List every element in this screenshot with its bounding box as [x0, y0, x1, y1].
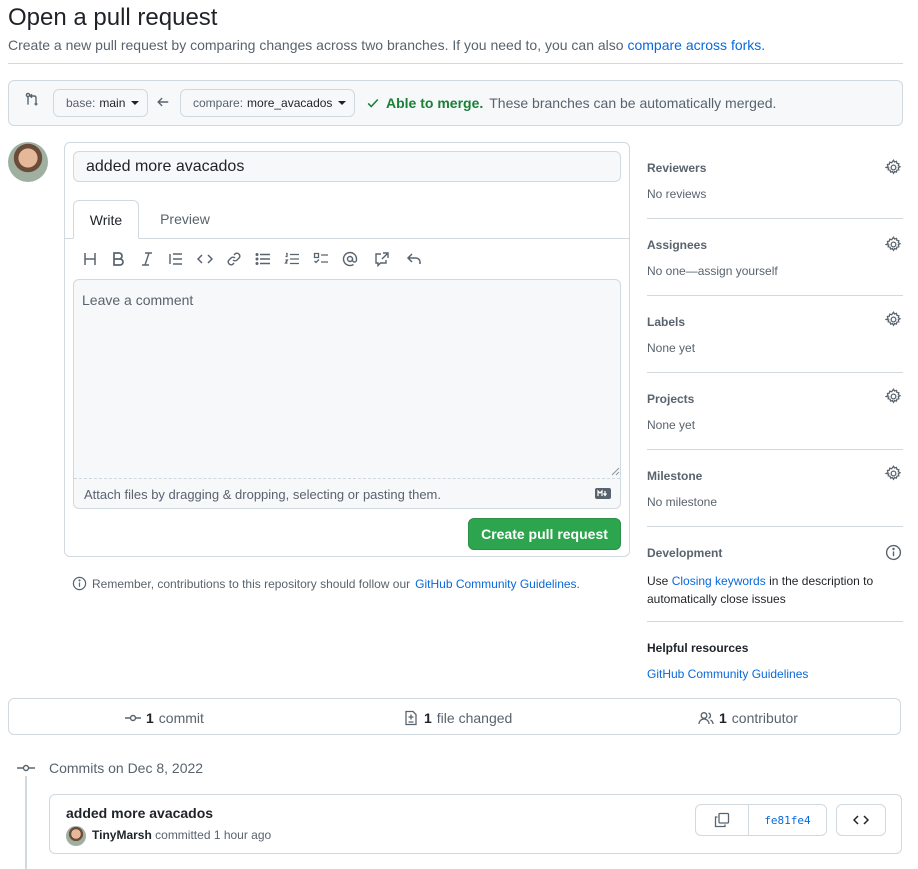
reviewers-title[interactable]: Reviewers — [647, 161, 706, 175]
gear-icon[interactable] — [885, 236, 903, 254]
community-guidelines-link[interactable]: GitHub Community Guidelines. — [415, 577, 580, 591]
merge-status: Able to merge. These branches can be aut… — [366, 95, 776, 111]
bulleted-list-icon[interactable] — [252, 248, 274, 270]
header-divider — [8, 63, 903, 64]
tab-write[interactable]: Write — [73, 200, 139, 239]
labels-title[interactable]: Labels — [647, 315, 685, 329]
files-changed-stat[interactable]: 1 file changed — [403, 710, 512, 726]
contributors-stat[interactable]: 1 contributor — [698, 710, 798, 726]
caret-down-icon — [131, 101, 140, 105]
link-icon[interactable] — [223, 248, 245, 270]
sidebar-divider — [647, 621, 903, 622]
git-compare-icon — [24, 92, 40, 108]
assignees-title[interactable]: Assignees — [647, 238, 707, 252]
commit-icon — [125, 710, 141, 726]
reply-icon[interactable] — [403, 248, 425, 270]
compare-forks-link[interactable]: compare across forks. — [627, 37, 765, 53]
sidebar-divider — [647, 449, 903, 450]
info-icon[interactable] — [885, 544, 903, 562]
commit-sha-group: fe81fe4 — [695, 804, 827, 836]
italic-icon[interactable] — [136, 248, 158, 270]
info-icon — [72, 576, 87, 591]
pr-title-input[interactable]: added more avacados — [73, 151, 621, 182]
task-list-icon[interactable] — [310, 248, 332, 270]
attach-files-area[interactable]: Attach files by dragging & dropping, sel… — [74, 478, 620, 508]
closing-keywords-link[interactable]: Closing keywords — [672, 574, 766, 588]
projects-value: None yet — [647, 418, 696, 432]
code-icon[interactable] — [194, 248, 216, 270]
labels-value: None yet — [647, 341, 696, 355]
people-icon — [698, 710, 714, 726]
community-guidelines-link[interactable]: GitHub Community Guidelines — [647, 667, 808, 681]
commits-date-heading: Commits on Dec 8, 2022 — [49, 760, 204, 776]
code-icon — [853, 812, 869, 828]
resize-handle-icon[interactable] — [611, 467, 620, 476]
base-branch-select[interactable]: base: main — [53, 89, 148, 117]
cross-reference-icon[interactable] — [371, 248, 393, 270]
gear-icon[interactable] — [885, 159, 903, 177]
comment-textarea[interactable]: Leave a comment — [74, 280, 620, 478]
commit-meta: TinyMarsh committed 1 hour ago — [92, 828, 272, 842]
check-icon — [366, 96, 380, 110]
gear-icon[interactable] — [885, 465, 903, 483]
timeline-line — [25, 770, 27, 869]
reviewers-value: No reviews — [647, 187, 707, 201]
tab-preview[interactable]: Preview — [150, 200, 220, 239]
guidelines-notice: Remember, contributions to this reposito… — [72, 576, 580, 591]
mention-icon[interactable] — [339, 248, 361, 270]
commit-message[interactable]: added more avacados — [66, 805, 213, 821]
compare-branch-select[interactable]: compare: more_avacados — [180, 89, 355, 117]
author-avatar[interactable] — [66, 826, 86, 846]
commit-sha-link[interactable]: fe81fe4 — [749, 805, 826, 835]
sidebar-divider — [647, 526, 903, 527]
projects-title[interactable]: Projects — [647, 392, 694, 406]
sidebar-divider — [647, 218, 903, 219]
heading-icon[interactable] — [79, 248, 101, 270]
numbered-list-icon[interactable] — [281, 248, 303, 270]
sidebar-divider — [647, 295, 903, 296]
commits-stat[interactable]: 1 commit — [125, 710, 204, 726]
development-title: Development — [647, 546, 723, 560]
gear-icon[interactable] — [885, 388, 903, 406]
arrow-left-icon — [156, 95, 170, 109]
commit-icon — [17, 760, 35, 776]
assignees-value[interactable]: No one—assign yourself — [647, 264, 778, 278]
avatar[interactable] — [8, 142, 48, 182]
bold-icon[interactable] — [107, 248, 129, 270]
helpful-resources-title: Helpful resources — [647, 641, 749, 655]
caret-down-icon — [338, 101, 347, 105]
page-subtitle: Create a new pull request by comparing c… — [8, 37, 766, 53]
markdown-icon — [595, 488, 611, 499]
commit-author[interactable]: TinyMarsh — [92, 828, 152, 842]
quote-icon[interactable] — [165, 248, 187, 270]
milestone-title[interactable]: Milestone — [647, 469, 702, 483]
create-pull-request-button[interactable]: Create pull request — [468, 518, 621, 550]
file-diff-icon — [403, 710, 419, 726]
gear-icon[interactable] — [885, 311, 903, 329]
milestone-value: No milestone — [647, 495, 718, 509]
browse-code-button[interactable] — [836, 804, 886, 836]
page-title: Open a pull request — [8, 4, 218, 31]
copy-icon[interactable] — [696, 805, 749, 835]
development-text: Use Closing keywords in the description … — [647, 574, 874, 606]
sidebar-divider — [647, 372, 903, 373]
